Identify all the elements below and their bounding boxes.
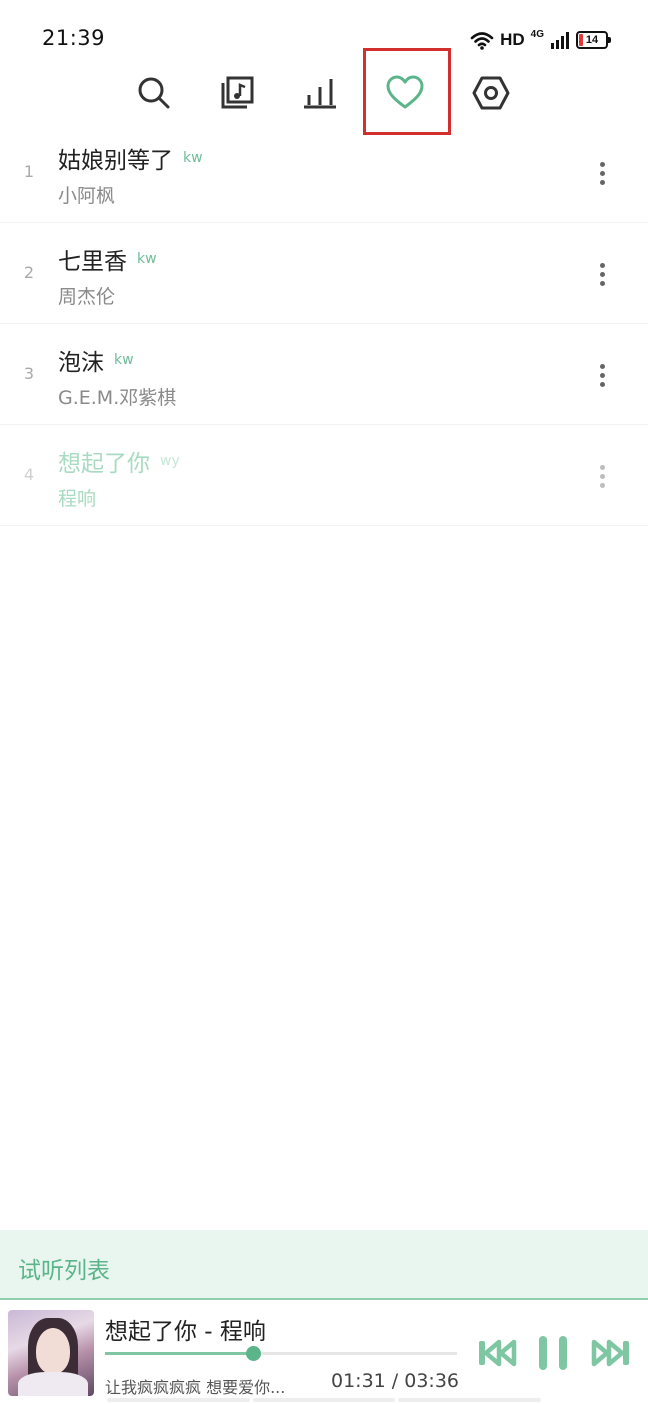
songlist-button[interactable] — [204, 60, 270, 126]
next-button[interactable] — [588, 1330, 634, 1376]
song-source-tag: kw — [183, 150, 203, 166]
song-source-tag: wy — [160, 453, 180, 469]
status-icons: HD 4G 14 — [470, 28, 611, 52]
song-artist: 程响 — [58, 488, 97, 510]
top-toolbar — [0, 60, 648, 126]
playlist-bar[interactable]: 试听列表 — [0, 1230, 648, 1300]
more-options-icon[interactable] — [590, 461, 614, 491]
song-title-line: 泡沫 kw — [58, 343, 134, 377]
status-time: 21:39 — [42, 26, 106, 50]
pause-button[interactable] — [530, 1330, 576, 1376]
song-row[interactable]: 1 姑娘别等了 kw 小阿枫 — [0, 122, 648, 223]
total-time: 03:36 — [404, 1370, 460, 1392]
song-index: 1 — [23, 162, 35, 181]
settings-button[interactable] — [458, 60, 524, 126]
song-list: 1 姑娘别等了 kw 小阿枫 2 七里香 kw 周杰伦 3 泡沫 kw G.E.M.邓… — [0, 122, 648, 526]
song-title-line: 姑娘别等了 kw — [58, 141, 203, 175]
search-button[interactable] — [121, 60, 187, 126]
signal-bars-icon — [551, 32, 569, 49]
progress-fill — [105, 1352, 253, 1355]
song-artist: G.E.M.邓紫棋 — [58, 387, 177, 409]
song-row[interactable]: 2 七里香 kw 周杰伦 — [0, 223, 648, 324]
more-options-icon[interactable] — [590, 158, 614, 188]
more-options-icon[interactable] — [590, 360, 614, 390]
song-title-line: 七里香 kw — [58, 242, 157, 276]
song-row[interactable]: 3 泡沫 kw G.E.M.邓紫棋 — [0, 324, 648, 425]
song-title-line: 想起了你 wy — [58, 444, 180, 478]
album-art[interactable] — [8, 1310, 94, 1396]
current-lyric: 让我疯疯疯疯 想要爱你... — [105, 1378, 286, 1397]
song-title: 七里香 — [58, 249, 127, 275]
now-playing-title: 想起了你 - 程响 — [105, 1319, 266, 1345]
next-icon — [591, 1339, 629, 1367]
song-source-tag: kw — [114, 352, 134, 368]
progress-bar[interactable] — [105, 1346, 457, 1361]
song-title: 姑娘别等了 — [58, 148, 173, 174]
song-artist: 小阿枫 — [58, 185, 116, 207]
progress-knob[interactable] — [245, 1346, 261, 1361]
playlist-label: 试听列表 — [18, 1258, 110, 1284]
hd-label: HD — [500, 30, 525, 49]
battery-icon: 14 — [576, 31, 611, 49]
hexagon-gear-icon — [472, 76, 510, 110]
song-artist: 周杰伦 — [58, 286, 116, 308]
search-icon — [138, 77, 170, 109]
time-separator: / — [385, 1370, 405, 1392]
leaderboard-button[interactable] — [287, 60, 353, 126]
song-index: 2 — [23, 263, 35, 282]
battery-level: 14 — [585, 34, 599, 46]
bottom-dividers — [107, 1398, 542, 1402]
current-time: 01:31 — [331, 1370, 386, 1392]
song-index: 4 — [23, 465, 35, 484]
network-label: 4G — [530, 28, 544, 40]
song-title: 泡沫 — [58, 350, 104, 376]
music-note-icon — [221, 76, 254, 109]
previous-button[interactable] — [474, 1330, 520, 1376]
wifi-icon — [470, 32, 494, 50]
pause-icon — [539, 1336, 567, 1370]
song-source-tag: kw — [137, 251, 157, 267]
song-row-playing[interactable]: 4 想起了你 wy 程响 — [0, 425, 648, 526]
prev-icon — [479, 1339, 517, 1367]
mini-player: 想起了你 - 程响 让我疯疯疯疯 想要爱你... 01:31 / 03:36 — [0, 1300, 648, 1404]
more-options-icon[interactable] — [590, 259, 614, 289]
playback-time: 01:31 / 03:36 — [331, 1370, 459, 1392]
song-title: 想起了你 — [58, 451, 150, 477]
song-index: 3 — [23, 364, 35, 383]
bar-chart-icon — [304, 79, 336, 109]
